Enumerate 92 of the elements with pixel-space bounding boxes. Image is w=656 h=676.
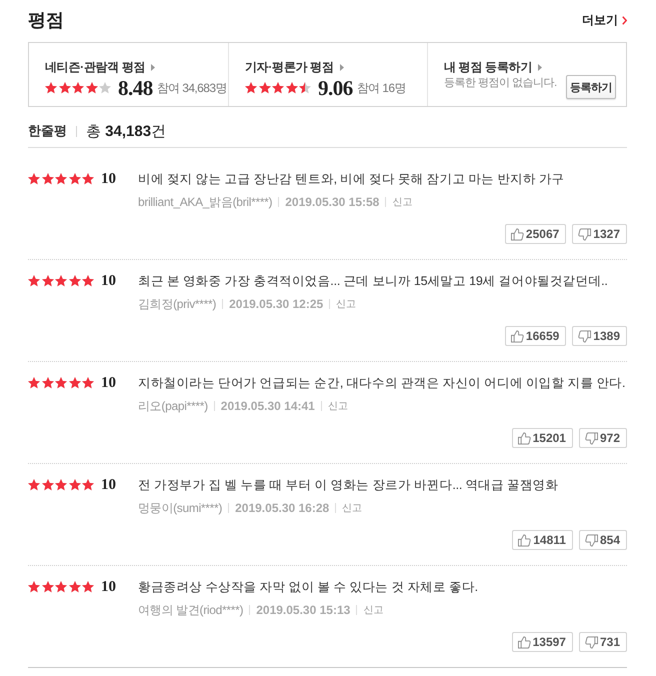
dislike-button[interactable]: 972 <box>578 428 627 448</box>
register-button[interactable]: 등록하기 <box>566 75 616 99</box>
star-icon <box>86 82 98 94</box>
star-icon <box>45 82 57 94</box>
thumbs-down-icon <box>584 636 598 648</box>
star-icon <box>55 275 67 287</box>
no-rating-message: 등록한 평점이 없습니다. <box>444 76 557 91</box>
star-icon <box>68 479 80 491</box>
star-icon <box>28 377 40 389</box>
thumbs-down-icon <box>584 534 598 546</box>
review-text: 전 가정부가 집 벨 누를 때 부터 이 영화는 장르가 바뀐다... 역대급 꿀잼영화 <box>138 476 558 494</box>
register-rating-link[interactable]: 내 평점 등록하기 <box>444 59 542 75</box>
star-icon <box>68 173 80 185</box>
review-text: 최근 본 영화중 가장 충격적이었음... 근데 보니까 15세말고 19세 걸어야될것같던데.. <box>138 272 608 290</box>
thumbs-up-icon <box>510 330 524 342</box>
like-button[interactable]: 15201 <box>512 428 573 448</box>
rating-link[interactable]: 네티즌·관람객 평점 <box>45 59 156 75</box>
star-icon <box>28 173 40 185</box>
more-link[interactable]: 더보기 <box>582 12 627 28</box>
star-icon <box>42 275 54 287</box>
review-score: 10 <box>101 476 116 494</box>
star-icon <box>82 479 94 491</box>
review-text: 황금종려상 수상작을 자막 없이 볼 수 있다는 것 자체로 좋다. <box>138 578 478 596</box>
star-icon <box>55 581 67 593</box>
review-section-label: 한줄평 <box>28 122 67 140</box>
star-icon <box>82 377 94 389</box>
star-icon <box>82 275 94 287</box>
thumbs-up-icon <box>510 228 524 240</box>
review-date: 2019.05.30 14:41 <box>220 399 315 413</box>
star-icon <box>55 377 67 389</box>
star-icon <box>42 377 54 389</box>
star-icon <box>28 479 40 491</box>
review-score: 10 <box>101 170 116 188</box>
thumbs-down-icon <box>578 228 592 240</box>
like-button[interactable]: 25067 <box>504 224 566 244</box>
chevron-icon <box>622 16 627 24</box>
caret-icon <box>151 64 156 70</box>
star-icon <box>58 82 70 94</box>
like-button[interactable]: 16659 <box>504 326 566 346</box>
thumbs-up-icon <box>518 534 532 546</box>
star-icon <box>42 173 54 185</box>
star-icon <box>99 82 111 94</box>
participant-count: 참여 16명 <box>356 80 406 96</box>
thumbs-down-icon <box>584 432 598 444</box>
star-icon <box>42 479 54 491</box>
review-score: 10 <box>101 374 116 392</box>
thumbs-up-icon <box>518 636 531 648</box>
review-score: 10 <box>101 272 116 290</box>
rating-score: 9.06 <box>318 76 353 100</box>
author-name: 김희정(priv****) <box>138 296 216 312</box>
thumbs-down-icon <box>578 330 592 342</box>
star-icon <box>28 581 40 593</box>
dislike-button[interactable]: 731 <box>578 632 627 652</box>
star-icon <box>72 82 84 94</box>
star-icon <box>68 377 80 389</box>
caret-icon <box>340 64 344 70</box>
participant-count: 참여 34,683명 <box>156 80 227 96</box>
star-icon <box>286 82 298 94</box>
author-name: 리오(papi****) <box>138 398 208 414</box>
rating-score: 8.48 <box>118 76 153 100</box>
like-button[interactable]: 13597 <box>512 632 573 652</box>
star-icon <box>28 275 40 287</box>
star-icon <box>258 82 270 94</box>
review-date: 2019.05.30 15:13 <box>256 603 350 617</box>
author-name: 멍뭉이(sumi****) <box>138 500 222 516</box>
star-icon <box>299 82 311 94</box>
star-icon <box>82 173 94 185</box>
star-icon <box>55 479 67 491</box>
thumbs-up-icon <box>518 432 531 444</box>
review-text: 지하철이라는 단어가 언급되는 순간, 대다수의 관객은 자신이 어디에 이입할 지를 안다. <box>138 374 626 392</box>
star-icon <box>245 82 257 94</box>
review-text: 비에 젖지 않는 고급 장난감 텐트와, 비에 젖다 못해 잠기고 마는 반지하 가구 <box>138 170 565 188</box>
review-date: 2019.05.30 16:28 <box>235 501 330 515</box>
review-score: 10 <box>101 578 116 596</box>
review-date: 2019.05.30 15:58 <box>285 195 380 209</box>
section-title: 평점 <box>28 9 64 31</box>
like-button[interactable]: 14811 <box>512 530 573 550</box>
caret-icon <box>538 64 542 70</box>
star-icon <box>82 581 94 593</box>
review-total: 총 34,183건 <box>86 122 166 140</box>
dislike-button[interactable]: 1327 <box>572 224 627 244</box>
rating-link[interactable]: 기자·평론가 평점 <box>245 59 344 75</box>
star-icon <box>68 581 80 593</box>
star-icon <box>272 82 284 94</box>
star-icon <box>55 173 67 185</box>
author-name: brilliant_AKA_밝음(bril****) <box>138 194 272 210</box>
dislike-button[interactable]: 1389 <box>572 326 627 346</box>
star-icon <box>68 275 80 287</box>
dislike-button[interactable]: 854 <box>578 530 627 550</box>
star-icon <box>42 581 54 593</box>
author-name: 여행의 발견(riod****) <box>138 602 244 618</box>
review-date: 2019.05.30 12:25 <box>229 297 324 311</box>
